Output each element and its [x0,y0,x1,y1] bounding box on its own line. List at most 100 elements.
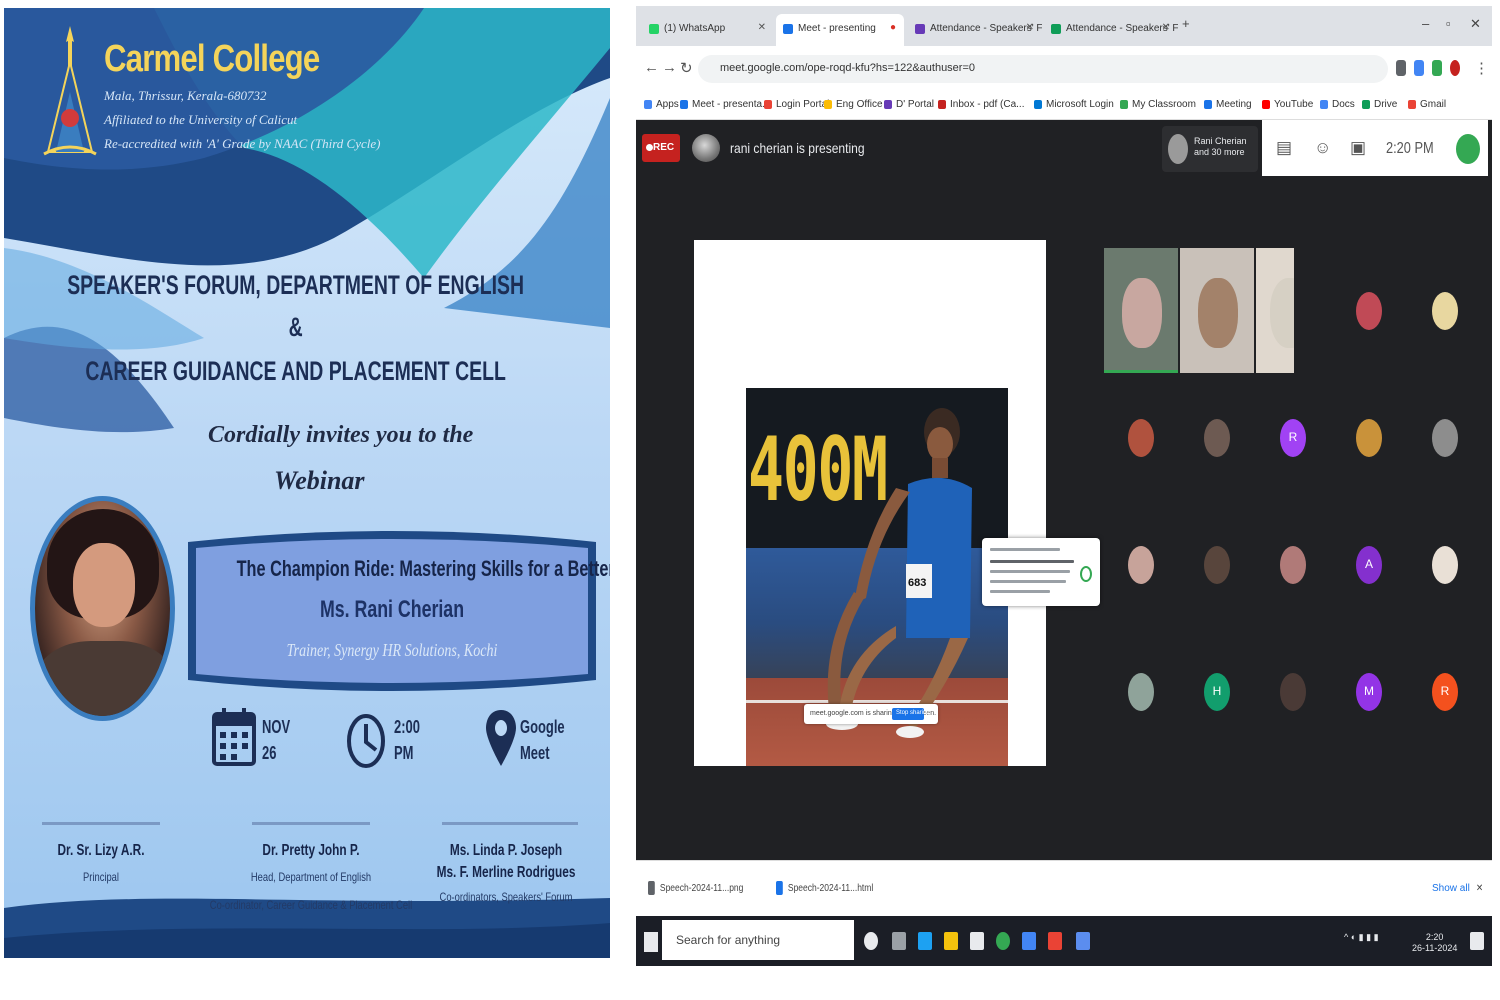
bookmark[interactable]: Eng Office [824,99,883,110]
bookmark[interactable]: Gmail [1408,99,1446,110]
participant-avatar: A [1356,545,1382,584]
forward-icon[interactable]: → [662,59,677,76]
download-item[interactable]: Speech-2024-11...png [648,881,743,895]
participant-initial: R [1440,683,1450,698]
close-icon[interactable]: ✕ [1476,883,1483,894]
bookmark[interactable]: Docs [1320,99,1355,110]
bookmarks-bar: Apps Meet - presenta... Login Portal Eng… [636,92,1492,120]
participant-tile[interactable] [1180,375,1254,500]
bookmark[interactable]: Microsoft Login [1034,99,1114,110]
tab-attendance-1[interactable]: Attendance - Speakers' Forum✕ [908,14,1042,46]
bookmark[interactable]: Meet - presenta... [680,99,770,110]
participant-tile[interactable]: R [1256,375,1330,500]
folder-icon[interactable] [944,932,958,950]
college-address: Mala, Thrissur, Kerala-680732 [104,88,267,103]
back-icon[interactable]: ← [644,59,659,76]
participant-tile[interactable] [1104,502,1178,627]
maximize-icon[interactable]: ▫ [1446,16,1451,31]
participant-tile[interactable] [1104,629,1178,754]
bookmark[interactable]: D' Portal [884,99,934,110]
meet-icon [783,24,793,34]
store-icon[interactable] [970,932,984,950]
profile-avatar[interactable] [1450,60,1460,76]
bookmark[interactable]: Login Portal [764,99,829,110]
participant-tile[interactable] [1408,375,1482,500]
signature-line [252,822,370,825]
extension-icon[interactable] [1396,60,1406,76]
participant-tile[interactable] [1256,502,1330,627]
system-tray-icons[interactable]: ^ ◐ ▮ ▮ ▮ [1344,932,1379,943]
participant-avatar [1356,291,1382,330]
participant-avatar [1280,545,1306,584]
participant-tile[interactable] [1408,502,1482,627]
bookmark[interactable]: Apps [644,99,679,110]
participant-tile[interactable] [1332,248,1406,373]
meet-call-area: REC rani cherian is presenting Rani Cher… [636,120,1492,860]
task-view-icon[interactable] [864,932,878,950]
stop-sharing-button[interactable]: Stop sharing [892,708,930,720]
windows-start-icon[interactable] [644,932,658,952]
participant-tile[interactable]: R [1408,629,1482,754]
participant-tile[interactable] [1332,375,1406,500]
minimize-icon[interactable]: – [1422,16,1429,31]
shared-slide: 400M 683 meet.google.com is sharing your… [694,240,1046,766]
app-icon[interactable] [1076,932,1090,950]
participant-tile[interactable] [1256,629,1330,754]
download-item[interactable]: Speech-2024-11...html [776,881,873,895]
bookmark[interactable]: My Classroom [1120,99,1196,110]
extension-icon[interactable] [1432,60,1442,76]
participant-tile[interactable]: M [1332,629,1406,754]
app-icon[interactable] [1048,932,1062,950]
pinned-presenter-tile[interactable]: Rani Cherian and 30 more [1162,126,1258,172]
widgets-icon[interactable] [892,932,906,950]
participant-tile[interactable]: H [1180,629,1254,754]
tab-attendance-2[interactable]: Attendance - Speakers' Forum✕ [1044,14,1178,46]
event-venue: Google Meet [520,717,565,763]
signatory-hod-role: Head, Department of English [250,870,372,884]
edge-icon[interactable] [918,932,932,950]
menu-icon[interactable]: ⋮ [1474,59,1489,77]
participant-tile[interactable] [1408,248,1482,373]
meet-notification-popup[interactable] [982,538,1100,606]
self-avatar[interactable] [1456,134,1480,164]
url-input[interactable]: meet.google.com/ope-roqd-kfu?hs=122&auth… [698,55,1388,83]
info-icon[interactable]: ▤ [1276,138,1292,158]
close-window-icon[interactable]: ✕ [1470,16,1481,32]
mail-icon[interactable] [1022,932,1036,950]
forms-icon [915,24,925,34]
college-name: Carmel College [104,38,320,80]
chrome-icon[interactable] [996,932,1010,950]
event-date: NOV 26 [262,717,291,763]
invite-text: Cordially invites you to the [208,422,474,448]
tab-meet[interactable]: Meet - presenting ● [776,14,904,46]
close-icon[interactable]: ✕ [1026,22,1034,33]
meet-controls: ▤ ☺ ▣ 2:20 PM [1262,120,1488,176]
close-icon[interactable]: ✕ [758,22,766,33]
participant-avatar: R [1432,672,1458,711]
participant-tile[interactable]: A [1332,502,1406,627]
participant-tile[interactable] [1256,248,1294,373]
participant-tile[interactable] [1104,248,1178,373]
new-tab-icon[interactable]: + [1182,16,1190,31]
browser-tab-strip: (1) WhatsApp ✕ Meet - presenting ● Attenda… [636,6,1492,46]
participant-avatar [1128,672,1154,711]
calendar-icon [212,708,256,766]
extension-icon[interactable] [1414,60,1424,76]
taskbar-search-input[interactable]: Search for anything [662,920,854,960]
chat-icon[interactable]: ▣ [1350,138,1366,158]
bookmark[interactable]: Inbox - pdf (Ca... [938,99,1024,110]
close-icon[interactable]: ✕ [1162,22,1170,33]
reload-icon[interactable]: ↻ [680,59,693,77]
bookmark[interactable]: Drive [1362,99,1397,110]
participant-avatar: H [1204,672,1230,711]
show-all-link[interactable]: Show all [1432,883,1470,894]
participant-initial: R [1288,429,1298,444]
participant-tile[interactable] [1180,502,1254,627]
tab-whatsapp[interactable]: (1) WhatsApp ✕ [642,14,774,46]
bookmark[interactable]: YouTube [1262,99,1313,110]
people-icon[interactable]: ☺ [1314,138,1331,158]
notifications-icon[interactable] [1470,932,1484,950]
participant-tile[interactable] [1180,248,1254,373]
bookmark[interactable]: Meeting [1204,99,1252,110]
participant-tile[interactable] [1104,375,1178,500]
